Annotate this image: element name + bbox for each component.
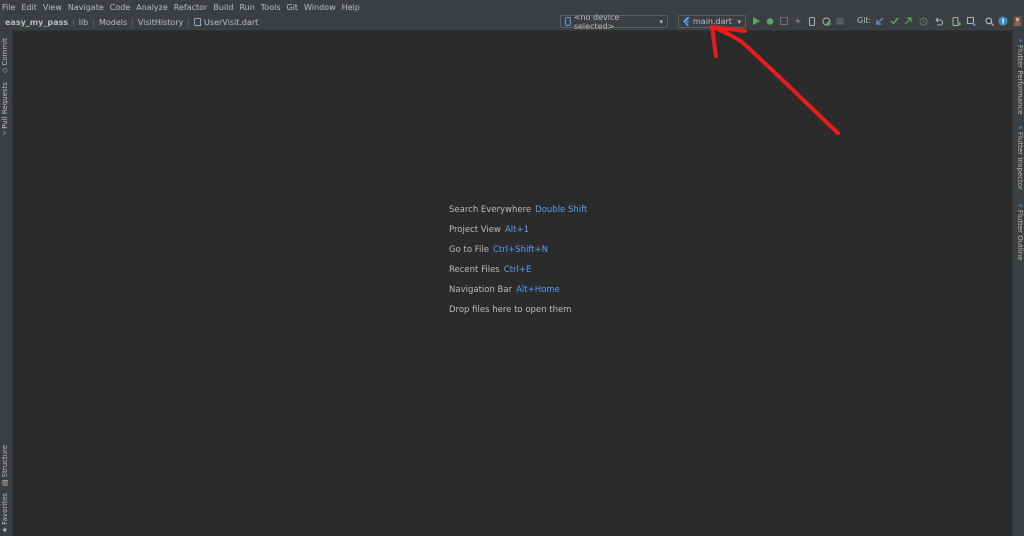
device-manager-button[interactable] bbox=[807, 16, 817, 26]
tool-window-flutter-inspector[interactable]: ⚡Flutter Inspector bbox=[1016, 125, 1024, 190]
breadcrumb: easy_my_pass | lib | Models | VisitHisto… bbox=[0, 18, 258, 27]
stop-button[interactable] bbox=[835, 16, 845, 26]
editor-empty-hints: Search Everywhere Double Shift Project Vi… bbox=[449, 205, 587, 325]
run-button[interactable] bbox=[751, 16, 761, 26]
avd-icon bbox=[952, 16, 961, 26]
phone-icon bbox=[565, 17, 571, 26]
breadcrumb-file[interactable]: UserVisit.dart bbox=[204, 18, 258, 27]
clock-icon bbox=[919, 17, 927, 25]
stop-icon bbox=[836, 17, 844, 25]
git-history-button[interactable] bbox=[918, 16, 928, 26]
hint-project-view: Project View Alt+1 bbox=[449, 225, 530, 235]
undo-icon bbox=[935, 17, 943, 26]
flutter-icon: ⚡ bbox=[1016, 203, 1024, 208]
bug-icon bbox=[766, 18, 774, 25]
coverage-icon bbox=[780, 17, 788, 25]
menu-build[interactable]: Build bbox=[210, 3, 236, 12]
run-config-label: main.dart bbox=[693, 17, 732, 26]
menu-edit[interactable]: Edit bbox=[18, 3, 40, 12]
lightning-icon bbox=[795, 17, 801, 25]
hint-recent-files: Recent Files Ctrl+E bbox=[449, 265, 532, 275]
avd-manager-button[interactable] bbox=[951, 16, 961, 26]
hot-reload-button[interactable] bbox=[821, 16, 831, 26]
dart-file-icon bbox=[194, 18, 202, 26]
chevron-down-icon: ▾ bbox=[737, 17, 741, 26]
run-with-coverage-button[interactable] bbox=[779, 16, 789, 26]
menu-bar: File Edit View Navigate Code Analyze Ref… bbox=[0, 0, 1024, 14]
pull-request-icon: ⑂ bbox=[1, 130, 9, 135]
git-update-button[interactable] bbox=[875, 16, 885, 26]
menu-run[interactable]: Run bbox=[236, 3, 257, 12]
right-tool-window-bar: ⚡Flutter Performance ⚡Flutter Inspector … bbox=[1012, 31, 1024, 536]
hot-reload-icon bbox=[822, 17, 830, 25]
git-push-button[interactable] bbox=[903, 16, 913, 26]
menu-window[interactable]: Window bbox=[301, 3, 339, 12]
flutter-icon: ⚡ bbox=[1016, 38, 1024, 43]
run-icon bbox=[753, 17, 760, 25]
sdk-manager-button[interactable] bbox=[966, 16, 976, 26]
menu-view[interactable]: View bbox=[40, 3, 65, 12]
update-icon bbox=[998, 16, 1008, 26]
structure-icon: ▤ bbox=[1, 479, 9, 486]
checkmark-icon bbox=[890, 17, 899, 25]
arrow-down-left-icon bbox=[876, 17, 884, 25]
tool-window-favorites[interactable]: ★Favorites bbox=[1, 493, 9, 533]
tool-window-flutter-performance[interactable]: ⚡Flutter Performance bbox=[1016, 38, 1024, 115]
chevron-down-icon: ▾ bbox=[659, 17, 663, 26]
breadcrumb-lib[interactable]: lib bbox=[79, 18, 89, 27]
ide-update-button[interactable] bbox=[998, 16, 1008, 26]
flutter-icon: ⚡ bbox=[1016, 125, 1024, 130]
hint-navigation-bar: Navigation Bar Alt+Home bbox=[449, 285, 560, 295]
device-icon bbox=[809, 16, 815, 26]
menu-help[interactable]: Help bbox=[339, 3, 363, 12]
shortcut-label: Ctrl+E bbox=[503, 265, 532, 275]
shortcut-label: Alt+1 bbox=[504, 225, 530, 235]
menu-git[interactable]: Git bbox=[284, 3, 302, 12]
run-config-selector[interactable]: main.dart ▾ bbox=[678, 15, 746, 28]
search-icon bbox=[984, 16, 994, 26]
device-selector[interactable]: <no device selected> ▾ bbox=[560, 12, 668, 31]
breadcrumb-separator: | bbox=[72, 17, 75, 27]
hint-drop-files: Drop files here to open them bbox=[449, 305, 572, 315]
sdk-icon bbox=[966, 16, 976, 26]
star-icon: ★ bbox=[1, 526, 9, 533]
debug-button[interactable] bbox=[765, 16, 775, 26]
shortcut-label: Double Shift bbox=[535, 205, 588, 215]
git-label: Git: bbox=[857, 16, 872, 25]
git-rollback-button[interactable] bbox=[933, 16, 943, 26]
breadcrumb-separator: | bbox=[187, 17, 191, 27]
hint-go-to-file: Go to File Ctrl+Shift+N bbox=[449, 245, 548, 255]
hint-search-everywhere: Search Everywhere Double Shift bbox=[449, 205, 588, 215]
menu-navigate[interactable]: Navigate bbox=[65, 3, 107, 12]
profile-button[interactable] bbox=[793, 16, 803, 26]
menu-analyze[interactable]: Analyze bbox=[133, 3, 171, 12]
account-button[interactable] bbox=[1012, 16, 1022, 26]
arrow-up-right-icon bbox=[904, 17, 912, 25]
git-commit-button[interactable] bbox=[889, 16, 899, 26]
breadcrumb-separator: | bbox=[131, 17, 134, 27]
flutter-icon bbox=[683, 17, 690, 26]
menu-refactor[interactable]: Refactor bbox=[171, 3, 211, 12]
breadcrumb-separator: | bbox=[92, 17, 95, 27]
menu-tools[interactable]: Tools bbox=[258, 3, 284, 12]
device-selector-label: <no device selected> bbox=[573, 12, 620, 31]
tool-window-flutter-outline[interactable]: ⚡Flutter Outline bbox=[1016, 203, 1024, 261]
commit-icon: ◇ bbox=[1, 67, 9, 73]
tool-window-structure[interactable]: ▤Structure bbox=[1, 445, 9, 486]
menu-file[interactable]: File bbox=[0, 3, 18, 12]
avatar bbox=[1012, 16, 1022, 26]
tool-window-commit[interactable]: ◇Commit bbox=[1, 38, 9, 73]
shortcut-label: Alt+Home bbox=[516, 285, 560, 295]
search-everywhere-button[interactable] bbox=[984, 16, 994, 26]
left-tool-window-bar: ◇Commit ⑂Pull Requests ▤Structure ★Favor… bbox=[0, 31, 13, 536]
tool-window-pull-requests[interactable]: ⑂Pull Requests bbox=[1, 82, 9, 135]
breadcrumb-visithistory[interactable]: VisitHistory bbox=[138, 18, 184, 27]
menu-code[interactable]: Code bbox=[107, 3, 133, 12]
breadcrumb-models[interactable]: Models bbox=[99, 18, 127, 27]
breadcrumb-project[interactable]: easy_my_pass bbox=[5, 18, 68, 27]
shortcut-label: Ctrl+Shift+N bbox=[492, 245, 548, 255]
